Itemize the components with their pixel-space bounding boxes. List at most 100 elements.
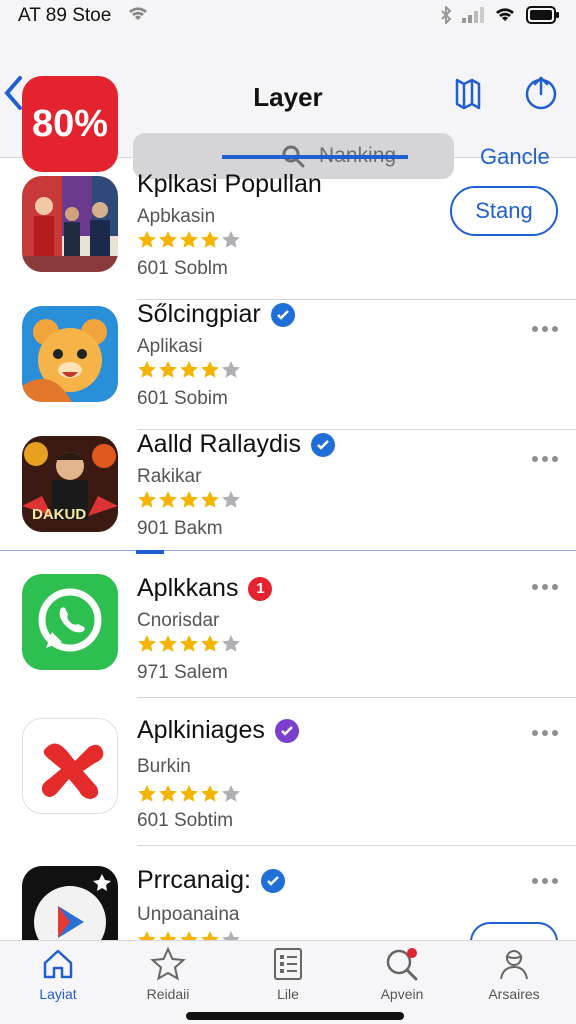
tab-arsaires[interactable]: Arsaires (464, 947, 564, 1002)
app-icon (22, 574, 118, 670)
tab-label: Apvein (380, 986, 424, 1002)
battery-icon (526, 6, 559, 24)
more-options-icon[interactable] (532, 456, 558, 462)
rating-stars (137, 490, 241, 510)
app-count: 601 Sobim (137, 388, 228, 409)
app-name: Aalld Rallaydis (137, 430, 335, 459)
star-empty-icon (222, 231, 240, 248)
list-item[interactable]: Prrcanaig: Unpoanaina (0, 852, 576, 940)
segment-indicator (222, 155, 408, 159)
app-count: 601 Soblm (137, 258, 228, 279)
nav-header: 80% Layer Gancle (0, 32, 576, 179)
star-filled-icon (159, 491, 177, 508)
app-count: 601 Sobtim (137, 810, 234, 831)
star-filled-icon (138, 931, 156, 940)
app-count: 971 Salem (137, 662, 228, 683)
tab-label: Arsaires (488, 986, 540, 1002)
star-filled-icon (159, 231, 177, 248)
more-options-icon[interactable] (532, 584, 558, 590)
app-name: Sőlcingpiar (137, 300, 295, 329)
wifi-icon (129, 7, 147, 20)
app-name: Aplkiniages (137, 716, 299, 745)
star-filled-icon (159, 635, 177, 652)
app-icon (22, 718, 118, 814)
star-icon (150, 946, 186, 981)
star-empty-icon (222, 931, 240, 940)
rating-stars (137, 230, 241, 250)
icon-caption: DAKUD (32, 506, 87, 523)
star-filled-icon (180, 231, 198, 248)
get-button-partial[interactable] (470, 922, 558, 940)
verified-badge-icon (310, 432, 335, 457)
star-filled-icon (180, 361, 198, 378)
verified-badge-icon (274, 718, 299, 743)
app-category: Cnorisdar (137, 610, 220, 631)
app-name: Prrcanaig: (137, 866, 285, 895)
app-icon (22, 176, 118, 272)
tab-lile[interactable]: Lile (238, 947, 338, 1002)
star-filled-icon (138, 231, 156, 248)
get-button[interactable]: Stang (450, 186, 558, 236)
search-icon (386, 948, 418, 981)
list-item[interactable]: Aplkkans 1 Cnorisdar 971 Salem (0, 558, 576, 698)
bluetooth-icon (441, 6, 452, 24)
star-filled-icon (201, 931, 219, 940)
bookmark-book-icon[interactable] (454, 76, 482, 110)
carrier-label: AT 89 Stoe (18, 5, 112, 26)
row-divider (137, 697, 576, 698)
tab-layiat[interactable]: Layiat (8, 947, 108, 1002)
more-options-icon[interactable] (532, 326, 558, 332)
list-item[interactable]: Aplkiniages Burkin 601 Sobtim (0, 706, 576, 846)
more-options-icon[interactable] (532, 878, 558, 884)
app-category: Aplikasi (137, 336, 203, 357)
share-icon[interactable] (524, 74, 558, 110)
wifi-icon-right (496, 8, 514, 21)
star-filled-icon (138, 635, 156, 652)
list-item[interactable]: Sőlcingpiar Aplikasi 601 Sobim (0, 290, 576, 430)
status-bar: AT 89 Stoe (0, 0, 576, 32)
app-icon: DAKUD (22, 436, 118, 532)
star-filled-icon (201, 491, 219, 508)
profile-icon (500, 950, 528, 980)
star-filled-icon (159, 785, 177, 802)
app-icon (22, 866, 118, 940)
list-icon (274, 948, 302, 980)
star-filled-icon (159, 931, 177, 940)
tab-reidaii[interactable]: Reidaii (118, 946, 218, 1002)
star-empty-icon (222, 361, 240, 378)
star-filled-icon (180, 491, 198, 508)
home-icon (43, 949, 73, 979)
star-filled-icon (180, 931, 198, 940)
tab-label: Layiat (39, 986, 77, 1002)
app-category: Rakikar (137, 466, 202, 487)
app-icon (22, 306, 118, 402)
app-count: 901 Bakm (137, 518, 223, 539)
star-empty-icon (222, 785, 240, 802)
section-marker (136, 550, 164, 554)
list-item[interactable]: Kplkasi Popullan Apbkasin 601 Soblm Stan… (0, 160, 576, 300)
verified-badge-icon (260, 868, 285, 893)
home-indicator (186, 1012, 404, 1020)
tab-apvein[interactable]: Apvein (352, 947, 452, 1002)
star-filled-icon (180, 785, 198, 802)
verified-badge-icon (270, 302, 295, 327)
more-options-icon[interactable] (532, 730, 558, 736)
star-filled-icon (201, 785, 219, 802)
star-filled-icon (201, 361, 219, 378)
rating-stars (137, 360, 241, 380)
star-filled-icon (159, 361, 177, 378)
tab-label: Lile (277, 986, 299, 1002)
star-empty-icon (222, 635, 240, 652)
notification-count-badge: 1 (248, 576, 273, 601)
page-title: Layer (253, 82, 323, 112)
star-filled-icon (138, 491, 156, 508)
section-divider (0, 550, 576, 551)
rating-stars (137, 930, 241, 940)
tab-label: Reidaii (146, 986, 190, 1002)
rating-stars (137, 784, 241, 804)
app-category: Burkin (137, 756, 191, 777)
list-item[interactable]: DAKUD Aalld Rallaydis Rakikar 901 Bakm (0, 420, 576, 560)
row-divider (137, 845, 576, 846)
app-category: Unpoanaina (137, 904, 240, 925)
star-empty-icon (222, 491, 240, 508)
